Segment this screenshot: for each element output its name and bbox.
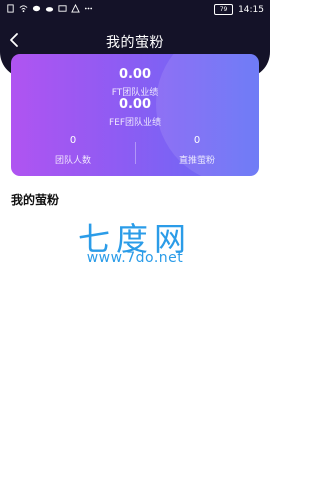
sim-card-icon (7, 4, 14, 13)
team-count-label: 团队人数 (54, 156, 91, 166)
chat-icon (32, 5, 41, 12)
team-count-value: 0 (69, 135, 77, 146)
battery-icon: 79 (214, 4, 234, 15)
status-right: 79 14:15 (214, 4, 264, 15)
page-title: 我的萤粉 (106, 35, 164, 51)
triangle-icon (71, 4, 80, 13)
ft-value: 0.00 (118, 67, 152, 82)
direct-fans-value: 0 (193, 135, 201, 146)
wifi-icon (19, 5, 28, 13)
direct-fans-label: 直推萤粉 (178, 156, 215, 166)
status-bar: 79 14:15 (0, 0, 270, 20)
cloud-icon (45, 7, 54, 12)
section-title: 我的萤粉 (11, 193, 60, 207)
clock: 14:15 (238, 4, 264, 15)
watermark-url: www.7do.net (86, 250, 184, 266)
fef-label: FEF团队业绩 (108, 118, 162, 128)
status-left-icons (6, 4, 93, 13)
stats-card: 0.00 FT团队业绩 0.00 FEF团队业绩 0 团队人数 0 直推萤粉 (11, 54, 259, 176)
fef-value: 0.00 (118, 97, 152, 112)
image-icon (58, 5, 67, 12)
card-divider (135, 142, 136, 164)
more-dots-icon (84, 7, 93, 10)
